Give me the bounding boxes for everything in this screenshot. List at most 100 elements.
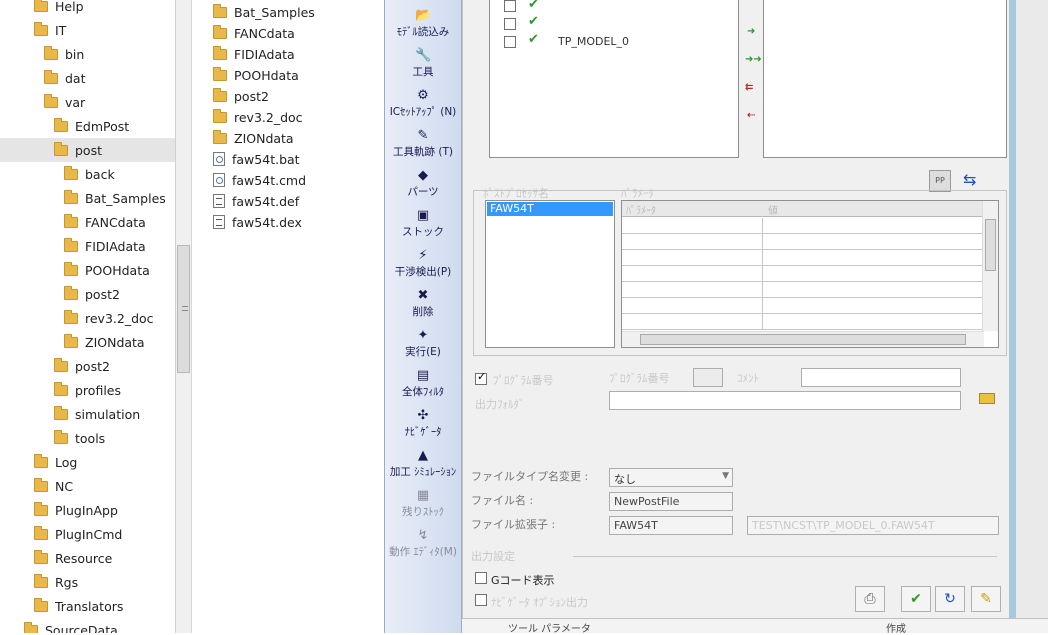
toolbar-button[interactable]: ▦ 残りｽﾄｯｸ [387, 488, 459, 526]
toolbar-button[interactable]: 🔧 工具 [387, 48, 459, 86]
toolbar-button[interactable]: ▣ ストック [387, 208, 459, 246]
tree-item[interactable]: Rgs [0, 570, 175, 594]
toolbar-button[interactable]: ↯ 動作 ｴﾃﾞｨﾀ(M) [387, 528, 459, 566]
post-info-icon[interactable]: PP [929, 170, 951, 192]
params-grid-row[interactable] [622, 234, 984, 250]
tree-item[interactable]: FIDIAdata [0, 234, 175, 258]
toolbar-button[interactable]: ✣ ﾅﾋﾞｹﾞｰﾀ [387, 408, 459, 446]
post-list[interactable]: FAW54T [485, 200, 615, 348]
browse-folder-icon[interactable] [979, 393, 995, 404]
grid-hscroll-thumb[interactable] [640, 334, 966, 345]
params-grid[interactable]: ﾊﾟﾗﾒｰﾀ 値 [621, 200, 999, 348]
grid-vscroll[interactable] [982, 201, 998, 331]
tree-item[interactable]: Bat_Samples [0, 186, 175, 210]
export-button[interactable]: ⎙ [855, 586, 885, 612]
file-item[interactable]: faw54t.dex [213, 210, 302, 234]
params-grid-row[interactable] [622, 218, 984, 234]
selected-tree-panel[interactable] [763, 0, 1007, 158]
tree-item[interactable]: rev3.2_doc [0, 306, 175, 330]
script-file-icon [213, 152, 225, 166]
grid-column-divider [762, 314, 763, 330]
tree-item[interactable]: post2 [0, 282, 175, 306]
option-checkbox[interactable] [475, 594, 487, 606]
tree-item[interactable]: profiles [0, 378, 175, 402]
params-grid-row[interactable] [622, 314, 984, 330]
prog-number-input[interactable] [693, 368, 723, 387]
grid-hscroll[interactable] [622, 331, 984, 347]
tree-item[interactable]: EdmPost [0, 114, 175, 138]
gcode-checkbox[interactable] [475, 572, 487, 584]
toolbar-button[interactable]: ✦ 実行(E) [387, 328, 459, 366]
tree-item[interactable]: POOHdata [0, 258, 175, 282]
tree-item[interactable]: post [0, 138, 175, 162]
tree-checkbox[interactable] [504, 36, 516, 48]
toolbar-button-label: ICｾｯﾄｱｯﾌﾟ (N) [389, 106, 457, 118]
check-icon: ✔ [528, 32, 539, 47]
tree-item[interactable]: Log [0, 450, 175, 474]
tree-item[interactable]: IT [0, 18, 175, 42]
folder-icon [44, 69, 58, 84]
grid-vscroll-thumb[interactable] [985, 219, 996, 271]
params-grid-row[interactable] [622, 250, 984, 266]
move-left-icon[interactable]: ⇠ [747, 110, 755, 121]
ok-button[interactable]: ✔ [901, 586, 931, 612]
tree-item[interactable]: simulation [0, 402, 175, 426]
move-right-icon[interactable]: ➜ [747, 26, 755, 37]
model-tree-panel[interactable]: ✔ ✔ ✔ TP_MODEL_0 [489, 0, 739, 158]
tree-item[interactable]: PlugInApp [0, 498, 175, 522]
file-list[interactable]: Bat_Samples FANCdata FIDIAdata POOHdata post… [193, 0, 383, 633]
file-ext-label: ファイル拡張子 : [471, 518, 556, 531]
toolbar-button[interactable]: ◆ パーツ [387, 168, 459, 206]
file-name-input[interactable]: NewPostFile [609, 492, 733, 511]
prog-number-checkbox[interactable]: ✓ [475, 370, 487, 385]
tree-item[interactable]: PlugInCmd [0, 522, 175, 546]
toolbar-button[interactable]: 📂 ﾓﾃﾞﾙ読込み [387, 8, 459, 46]
params-grid-row[interactable] [622, 298, 984, 314]
tree-item[interactable]: var [0, 90, 175, 114]
tree-item[interactable]: bin [0, 42, 175, 66]
toolbar-button[interactable]: ✎ 工具軌跡 (T) [387, 128, 459, 166]
tree-item[interactable]: SourceData [0, 618, 175, 633]
tree-item[interactable]: post2 [0, 354, 175, 378]
tree-checkbox[interactable] [504, 18, 516, 30]
tree-item[interactable]: NC [0, 474, 175, 498]
comment-input[interactable] [801, 368, 961, 387]
tree-item[interactable]: dat [0, 66, 175, 90]
toolbar-button[interactable]: ⚙ ICｾｯﾄｱｯﾌﾟ (N) [387, 88, 459, 126]
tree-item[interactable]: FANCdata [0, 210, 175, 234]
folder-icon [34, 573, 48, 588]
tree-scrollbar[interactable] [176, 0, 192, 633]
move-all-left-icon[interactable]: ⇇ [745, 82, 753, 93]
scrollbar-thumb[interactable] [177, 245, 190, 373]
param-col-header[interactable]: ﾊﾟﾗﾒｰﾀ [626, 202, 656, 217]
edit-button[interactable]: ✎ [971, 586, 1001, 612]
tree-item[interactable]: back [0, 162, 175, 186]
tree-item[interactable]: Translators [0, 594, 175, 618]
tree-item-label: post [75, 142, 102, 158]
tree-item[interactable]: tools [0, 426, 175, 450]
apply-button[interactable]: ↻ [935, 586, 965, 612]
post-list-item[interactable]: FAW54T [487, 202, 613, 216]
tree-item[interactable]: Help [0, 0, 175, 18]
folder-icon [34, 525, 48, 540]
toolbar-button[interactable]: ▲ 加工 ｼﾐｭﾚｰｼｮﾝ [387, 448, 459, 486]
toolbar-button[interactable]: ✖ 削除 [387, 288, 459, 326]
tree-item[interactable]: Resource [0, 546, 175, 570]
params-grid-row[interactable] [622, 266, 984, 282]
folder-icon [34, 477, 48, 492]
collision-icon: ⚡ [418, 248, 428, 263]
move-all-right-icon[interactable]: ➜➜ [745, 54, 762, 65]
params-grid-row[interactable] [622, 282, 984, 298]
tree-item[interactable]: ZIONdata [0, 330, 175, 354]
model-node-label[interactable]: TP_MODEL_0 [558, 35, 629, 48]
value-col-header[interactable]: 値 [768, 202, 778, 217]
toolbar-button[interactable]: ⚡ 干渉検出(P) [387, 248, 459, 286]
file-ext-input[interactable]: FAW54T [609, 516, 733, 535]
output-folder-input[interactable] [609, 391, 961, 410]
file-type-select[interactable]: なし ▼ [609, 468, 733, 487]
folder-icon [213, 3, 227, 18]
toolbar-button[interactable]: ▤ 全体ﾌｨﾙﾀ [387, 368, 459, 406]
tree-checkbox[interactable] [504, 0, 516, 12]
swap-icon[interactable]: ⇆ [963, 170, 976, 189]
folder-tree[interactable]: Help IT bin dat var EdmPost post back Bat_Sample… [0, 0, 176, 633]
